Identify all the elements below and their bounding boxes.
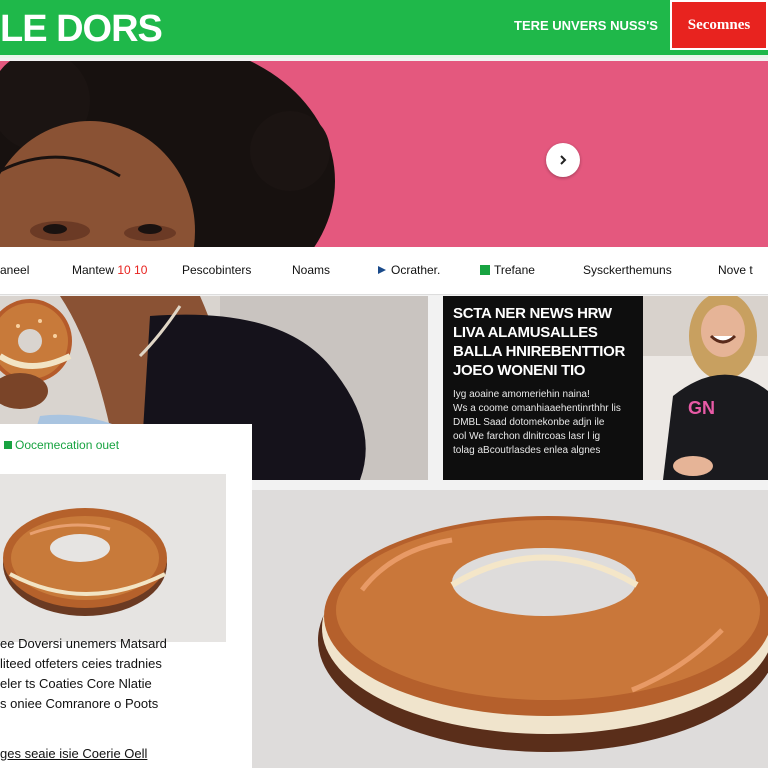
headline-line: LIVA ALAMUSALLES — [453, 324, 598, 341]
nav-item-1[interactable]: aneel — [0, 263, 29, 277]
excerpt-line: s oniee Comranore o Poots — [0, 696, 159, 711]
square-icon — [480, 265, 490, 275]
category-tag-label: Oocemecation ouet — [15, 438, 120, 452]
headline-line: BALLA HNIREBENTTIOR — [453, 343, 626, 360]
nav-item-4[interactable]: Noams — [292, 263, 330, 277]
news-body: Iyg aoaine amomeriehin naina! Ws a coome… — [453, 388, 633, 458]
nav-item-6[interactable]: Trefane — [480, 263, 535, 277]
news-headline: SCTA NER NEWS HRW LIVA ALAMUSALLES BALLA… — [453, 304, 633, 380]
site-header: LE DORS TERE UNVERS NUSS'S Secomnes — [0, 0, 768, 58]
category-nav: aneel Mantew 10 10 Pescobinters Noams Oc… — [0, 247, 768, 295]
tag-square-icon — [4, 441, 12, 449]
headline-line: SCTA NER NEWS HRW — [453, 305, 612, 322]
excerpt-line: ee Doversi unemers Matsard — [0, 636, 167, 651]
excerpt-line: eler ts Coaties Core Nlatie — [0, 676, 152, 691]
nav-item-2[interactable]: Mantew 10 10 — [72, 263, 147, 277]
excerpt-line: liteed otfeters ceies tradnies — [0, 656, 162, 671]
news-card[interactable]: SCTA NER NEWS HRW LIVA ALAMUSALLES BALLA… — [443, 296, 643, 480]
body-line: ool We farchon dlnitrcoas lasr l ig — [453, 431, 601, 442]
donut-thumbnail[interactable] — [0, 474, 226, 642]
body-line: DMBL Saad dotomekonbe adjn ile — [453, 417, 605, 428]
article-card[interactable]: Oocemecation ouet ee Doversi unemers Mat… — [0, 424, 252, 768]
nav-item-2-extra: 10 10 — [117, 263, 148, 277]
body-line: tolag aBcoutrlasdes enlea algnes — [453, 445, 601, 456]
article-excerpt: ee Doversi unemers Matsard liteed otfete… — [0, 634, 245, 714]
site-logo[interactable]: LE DORS — [0, 8, 163, 51]
carousel-next-button[interactable] — [546, 143, 580, 177]
body-line: Ws a coome omanhiaaehentinrthhr lis — [453, 403, 621, 414]
chevron-right-icon — [560, 155, 567, 165]
subscribe-button[interactable]: Secomnes — [670, 0, 768, 50]
hero-banner — [0, 61, 768, 247]
category-tag[interactable]: Oocemecation ouet — [4, 438, 119, 452]
body-line: Iyg aoaine amomeriehin naina! — [453, 389, 590, 400]
smiling-woman-photo[interactable]: GN — [643, 296, 768, 480]
nav-item-8[interactable]: Nove t — [718, 263, 753, 277]
nav-item-7[interactable]: Sysckerthemuns — [583, 263, 672, 277]
glazed-donut-photo[interactable] — [252, 490, 768, 768]
header-tagline: TERE UNVERS NUSS'S — [514, 18, 658, 33]
article-footer-link[interactable]: ges seaie isie Coerie Oell — [0, 746, 147, 761]
page: LE DORS TERE UNVERS NUSS'S Secomnes anee… — [0, 0, 768, 768]
flag-icon — [378, 266, 386, 274]
nav-item-3[interactable]: Pescobinters — [182, 263, 251, 277]
hero-woman-photo — [0, 61, 340, 247]
headline-line: JOEO WONENI TIO — [453, 362, 586, 379]
nav-item-5[interactable]: Ocrather. — [377, 263, 440, 277]
svg-text:GN: GN — [688, 398, 715, 418]
